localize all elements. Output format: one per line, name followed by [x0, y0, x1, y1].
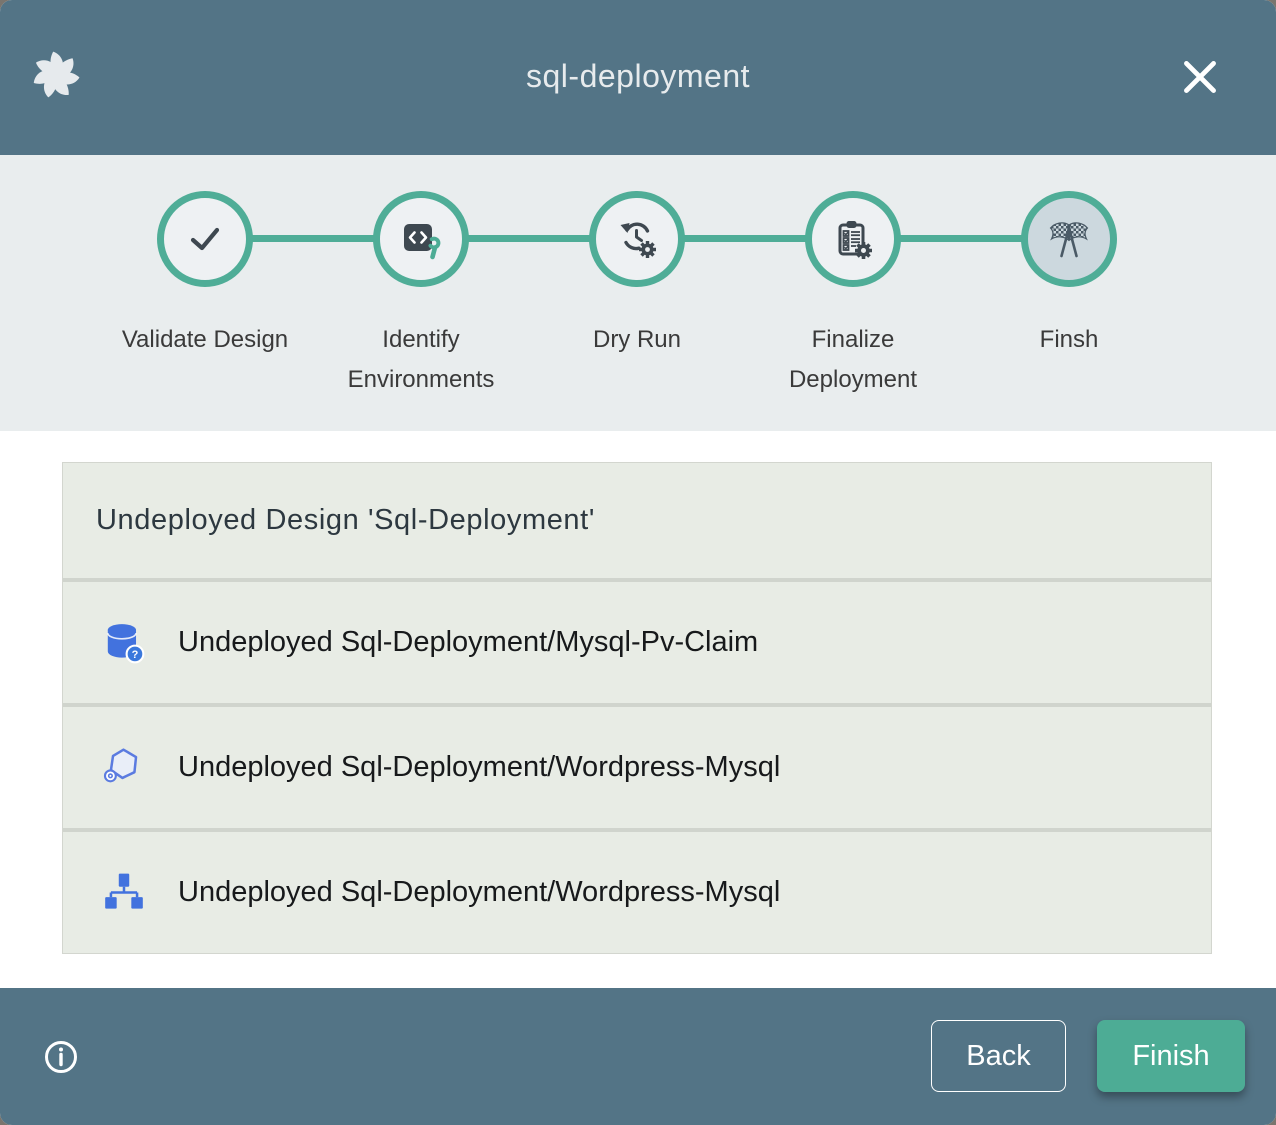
- pod-icon: [101, 745, 147, 791]
- result-row-design: Undeployed Design 'Sql-Deployment': [63, 463, 1211, 578]
- step-identify-environments: Identify Environments: [313, 191, 529, 400]
- step-label: Identify Environments: [313, 320, 529, 400]
- dialog-header: sql-deployment: [0, 0, 1276, 155]
- result-row-pv-claim: ? Undeployed Sql-Deployment/Mysql-Pv-Cla…: [63, 582, 1211, 703]
- step-circle: [157, 191, 253, 287]
- dialog-footer: Back Finish: [0, 988, 1276, 1125]
- sql-deployment-dialog: sql-deployment Validate Design: [0, 0, 1276, 1125]
- close-button[interactable]: [1176, 53, 1224, 101]
- step-circle-active: [1021, 191, 1117, 287]
- checkered-flags-icon: [1046, 216, 1092, 262]
- clipboard-gear-icon: [830, 216, 876, 262]
- results-panel: Undeployed Design 'Sql-Deployment' ? Und…: [62, 462, 1212, 954]
- step-finish: Finsh: [961, 191, 1177, 400]
- step-label: Dry Run: [593, 320, 681, 360]
- deployment-stepper: Validate Design Identify Environments: [0, 155, 1276, 431]
- step-circle: [589, 191, 685, 287]
- step-label: Validate Design: [122, 320, 288, 360]
- dialog-title: sql-deployment: [0, 58, 1276, 95]
- close-icon: [1176, 53, 1224, 101]
- step-finalize-deployment: Finalize Deployment: [745, 191, 961, 400]
- step-validate-design: Validate Design: [97, 191, 313, 400]
- step-label: Finalize Deployment: [745, 320, 961, 400]
- check-icon: [182, 216, 228, 262]
- code-wrench-icon: [398, 216, 444, 262]
- result-row-wordpress-hierarchy: Undeployed Sql-Deployment/Wordpress-Mysq…: [63, 832, 1211, 953]
- history-gear-icon: [614, 216, 660, 262]
- results-section: Undeployed Design 'Sql-Deployment' ? Und…: [0, 431, 1276, 988]
- database-icon: ?: [101, 620, 147, 666]
- finish-button[interactable]: Finish: [1097, 1020, 1245, 1092]
- result-text: Undeployed Design 'Sql-Deployment': [96, 504, 595, 537]
- info-button[interactable]: [42, 1038, 80, 1076]
- result-text: Undeployed Sql-Deployment/Wordpress-Mysq…: [178, 876, 780, 909]
- step-circle: [373, 191, 469, 287]
- svg-text:?: ?: [132, 648, 139, 660]
- back-button[interactable]: Back: [931, 1020, 1066, 1092]
- step-dry-run: Dry Run: [529, 191, 745, 400]
- result-text: Undeployed Sql-Deployment/Mysql-Pv-Claim: [178, 626, 758, 659]
- step-circle: [805, 191, 901, 287]
- result-row-wordpress-pod: Undeployed Sql-Deployment/Wordpress-Mysq…: [63, 707, 1211, 828]
- step-label: Finsh: [1040, 320, 1099, 360]
- result-text: Undeployed Sql-Deployment/Wordpress-Mysq…: [178, 751, 780, 784]
- info-icon: [42, 1038, 80, 1076]
- hierarchy-icon: [101, 870, 147, 916]
